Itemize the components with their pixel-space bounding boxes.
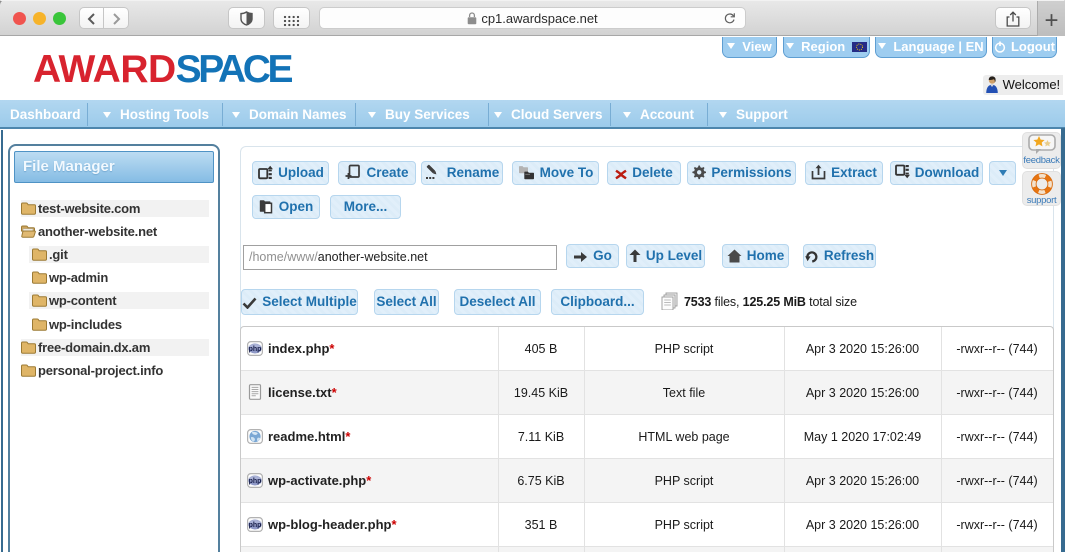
svg-text:php: php bbox=[249, 346, 262, 353]
svg-text:php: php bbox=[249, 522, 262, 529]
svg-text:php: php bbox=[249, 478, 262, 485]
